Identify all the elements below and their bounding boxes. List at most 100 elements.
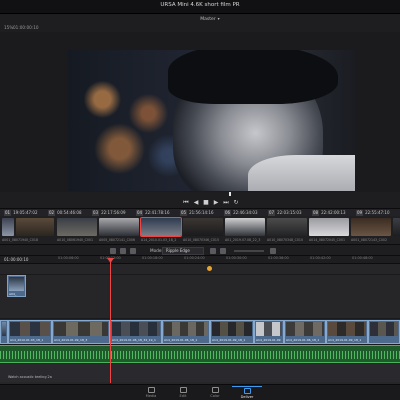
clip-thumbnail-selected[interactable] bbox=[140, 217, 182, 237]
clip-thumbnail-label: A001_08072143_C002 bbox=[351, 238, 387, 242]
clip-thumbnail[interactable] bbox=[351, 218, 391, 236]
page-navigation: Media Edit Color Deliver bbox=[0, 384, 400, 400]
timeline-clip[interactable]: A14_2019.01.09_18_3 bbox=[52, 320, 110, 344]
zoom-icon[interactable] bbox=[270, 248, 276, 254]
viewer-timecode: 01:00:00:10 bbox=[13, 25, 39, 30]
timeline-marker[interactable] bbox=[207, 266, 212, 271]
clip-thumbnail[interactable] bbox=[267, 218, 307, 236]
timeline-clip-label: A14_2019.01.09_18_1 bbox=[328, 338, 362, 342]
video-frame[interactable] bbox=[68, 50, 355, 191]
track-divider bbox=[0, 274, 400, 275]
ruler-tick: 01:00:30:00 bbox=[226, 256, 247, 260]
ruler-tick: 01:00:18:00 bbox=[142, 256, 163, 260]
tab-color[interactable]: Color bbox=[200, 386, 230, 400]
audio-clip-label: Watch acoustic teeling 2a bbox=[8, 375, 52, 379]
clip-thumbnail-label: A010_08061940_C001 bbox=[57, 238, 93, 242]
viewer-zoom[interactable]: 15% bbox=[4, 25, 13, 30]
timeline-clip[interactable]: A14_2019.01.09_18_1 bbox=[210, 320, 254, 344]
video-track-1: A14_2010.01.03_18_1 A14_2019.01.09_18_3 … bbox=[0, 320, 400, 344]
timeline-clip-label: A14_2019.01.06_18_34_19_1 bbox=[112, 338, 156, 342]
clip-thumbnail-label: A005_08072141_C006 bbox=[99, 238, 135, 242]
zoom-slider[interactable] bbox=[234, 250, 264, 252]
viewer-mode-dropdown[interactable]: Master ▾ bbox=[193, 15, 227, 23]
edit-mode-label: Mode: bbox=[150, 248, 163, 253]
clip-thumbnail-label: A010_08070346_C015 bbox=[183, 238, 219, 242]
timeline-clip[interactable]: A14_2019.01.09 bbox=[254, 320, 284, 344]
clip-thumbnail[interactable] bbox=[2, 218, 14, 236]
audio-track-1[interactable] bbox=[0, 345, 400, 363]
clip-thumbnail[interactable] bbox=[225, 218, 265, 236]
ruler-tick: 01:00:36:00 bbox=[268, 256, 289, 260]
tab-label: Media bbox=[145, 394, 157, 398]
snapping-icon[interactable] bbox=[210, 248, 216, 254]
timeline-clip-label: A14_2019.01.09 bbox=[256, 338, 281, 342]
color-icon bbox=[211, 387, 219, 393]
clip-thumbnail[interactable] bbox=[183, 218, 223, 236]
timeline-clip[interactable]: A14_2019.01.06_18_1 bbox=[284, 320, 326, 344]
video-subject-shirt bbox=[248, 155, 355, 191]
timeline-clip[interactable]: A14_2019.01.06_18_1 bbox=[162, 320, 210, 344]
v2-clip-thumbnail bbox=[9, 277, 24, 291]
v2-clip-label: A04_ bbox=[9, 292, 17, 296]
tab-label: Color bbox=[210, 394, 220, 398]
play-icon[interactable]: ▶ bbox=[212, 199, 220, 207]
clip-thumbnail-label: A001_08071940_C018 bbox=[2, 238, 38, 242]
clip-thumbnail[interactable] bbox=[393, 218, 400, 236]
timeline-clip[interactable] bbox=[368, 320, 400, 344]
clip-thumbnail[interactable] bbox=[309, 218, 349, 236]
timeline-clip-label: A14_2019.01.06_18_1 bbox=[164, 338, 198, 342]
track-divider bbox=[0, 318, 400, 319]
edit-toolbar: Mode: Ripple Edge bbox=[0, 244, 400, 256]
window-title: URSA Mini 4.6K short film PR bbox=[160, 2, 240, 8]
clip-thumbnail[interactable] bbox=[16, 218, 54, 236]
jump-start-icon[interactable]: ⏮ bbox=[182, 199, 190, 207]
tab-edit[interactable]: Edit bbox=[168, 386, 198, 400]
clip-thumbnail[interactable] bbox=[99, 218, 139, 236]
title-bar: URSA Mini 4.6K short film PR bbox=[0, 0, 400, 14]
ruler-tick: 01:00:42:00 bbox=[310, 256, 331, 260]
scrubber-handle[interactable] bbox=[229, 192, 231, 196]
clip-thumbnail-label: A01_2019.07.08_22_3 bbox=[225, 238, 261, 242]
timeline-clip[interactable]: A14_2019.01.06_18_34_19_1 bbox=[110, 320, 162, 344]
tab-label: Edit bbox=[179, 394, 187, 398]
blade-tool-icon[interactable] bbox=[120, 248, 126, 254]
clip-thumbnails bbox=[0, 216, 400, 238]
ruler-tick: 01:00:48:00 bbox=[352, 256, 373, 260]
ruler-tick: 01:00:06:00 bbox=[58, 256, 79, 260]
edit-mode-select[interactable]: Ripple Edge bbox=[162, 247, 204, 255]
ruler-tick: 01:00:24:00 bbox=[184, 256, 205, 260]
timeline-clip-label: A14_2010.01.03_18_1 bbox=[10, 338, 44, 342]
v2-clip[interactable]: A04_ bbox=[7, 275, 26, 297]
link-icon[interactable] bbox=[220, 248, 226, 254]
tab-media[interactable]: Media bbox=[136, 386, 166, 400]
jump-end-icon[interactable]: ⏭ bbox=[222, 199, 230, 207]
trim-tool-icon[interactable] bbox=[130, 248, 136, 254]
video-subject-hair bbox=[168, 50, 338, 104]
viewer-subbar: Master ▾ bbox=[0, 14, 400, 24]
reverse-play-icon[interactable]: ◀ bbox=[192, 199, 200, 207]
selection-tool-icon[interactable] bbox=[110, 248, 116, 254]
edit-icon bbox=[179, 387, 187, 393]
chevron-down-icon: ▾ bbox=[217, 16, 220, 21]
clip-thumbnail-label: A14_2010.01.03_18_2 bbox=[141, 238, 177, 242]
loop-icon[interactable]: ↻ bbox=[232, 199, 240, 207]
timeline-timecode: 01:00:00:10 bbox=[4, 257, 29, 262]
clip-thumbnail[interactable] bbox=[57, 218, 97, 236]
stop-icon[interactable]: ■ bbox=[202, 199, 210, 207]
timeline-clip[interactable]: A14_2010.01.03_18_1 bbox=[8, 320, 52, 344]
timeline-clip-label: A14_2019.01.09_18_1 bbox=[212, 338, 246, 342]
audio-track-2[interactable]: Watch acoustic teeling 2a bbox=[0, 364, 400, 382]
playhead[interactable] bbox=[110, 259, 111, 383]
transport-controls: ⏮ ◀ ■ ▶ ⏭ ↻ bbox=[0, 198, 400, 208]
clip-thumbnail-label: A014_08072045_C001 bbox=[309, 238, 345, 242]
audio-waveform bbox=[0, 351, 400, 359]
timeline-clip-label: A14_2019.01.06_18_1 bbox=[286, 338, 320, 342]
clip-thumbnail-label: A010_08070348_C010 bbox=[267, 238, 303, 242]
timeline-ruler[interactable]: 01:00:00:10 01:00:06:00 01:00:12:00 01:0… bbox=[0, 256, 400, 264]
timeline-clip[interactable]: A14_2019.01.09_18_1 bbox=[326, 320, 368, 344]
timeline-clip-label: A14_2019.01.09_18_3 bbox=[54, 338, 88, 342]
viewer-area bbox=[0, 32, 400, 192]
timeline-clip[interactable] bbox=[0, 320, 8, 344]
viewer-info-row: 15% 01:00:00:10 bbox=[0, 24, 400, 32]
tab-deliver[interactable]: Deliver bbox=[232, 386, 262, 400]
